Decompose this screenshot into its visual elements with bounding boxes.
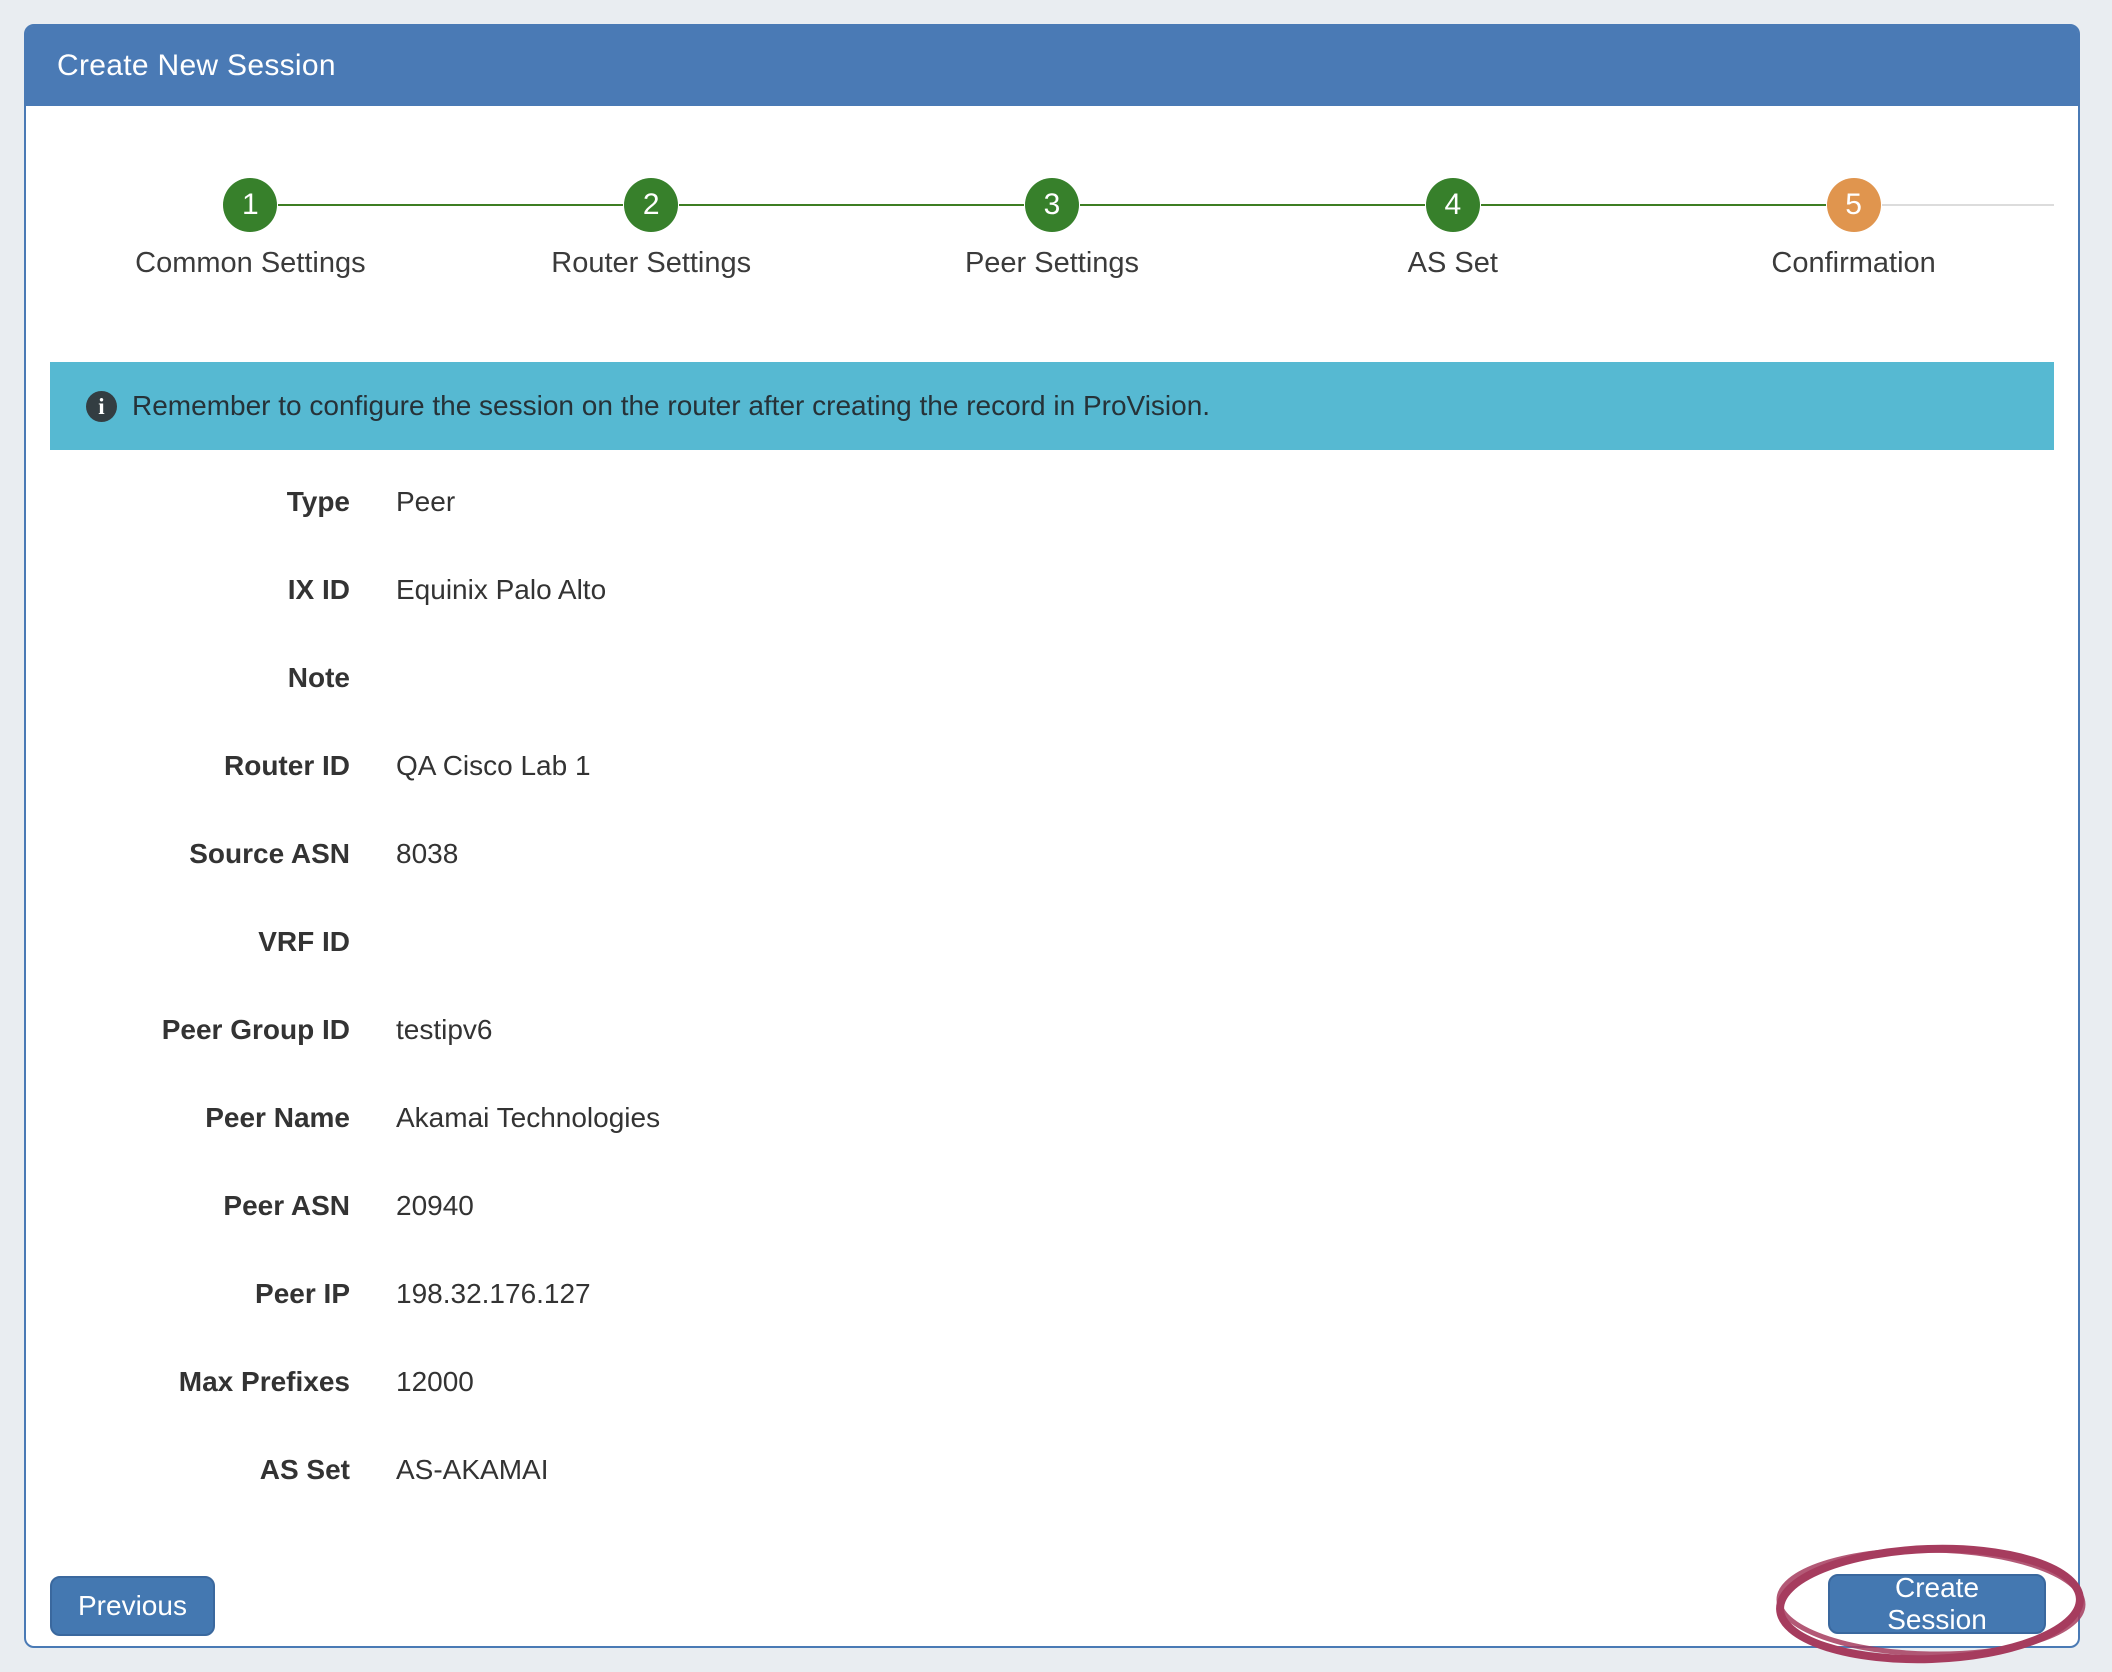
field-value: QA Cisco Lab 1: [396, 750, 591, 782]
field-value: Peer: [396, 486, 455, 518]
info-banner-text: Remember to configure the session on the…: [132, 390, 1210, 422]
wizard-footer: Previous Create Session: [50, 1572, 2046, 1636]
step-label-2: Router Settings: [451, 247, 852, 280]
field-row-peer-ip: Peer IP 198.32.176.127: [50, 1250, 2054, 1338]
info-banner: i Remember to configure the session on t…: [50, 362, 2054, 450]
field-row-as-set: AS Set AS-AKAMAI: [50, 1426, 2054, 1514]
step-circle-2: 2: [624, 178, 678, 232]
field-value: 12000: [396, 1366, 474, 1398]
field-value: AS-AKAMAI: [396, 1454, 548, 1486]
field-label: IX ID: [50, 574, 350, 606]
field-label: Router ID: [50, 750, 350, 782]
create-session-button[interactable]: Create Session: [1828, 1574, 2046, 1634]
field-label: Note: [50, 662, 350, 694]
field-row-peer-name: Peer Name Akamai Technologies: [50, 1074, 2054, 1162]
field-label: Source ASN: [50, 838, 350, 870]
step-as-set[interactable]: 4 AS Set: [1252, 178, 1653, 280]
field-row-ix-id: IX ID Equinix Palo Alto: [50, 546, 2054, 634]
panel-header: Create New Session: [26, 26, 2078, 106]
field-label: Peer Group ID: [50, 1014, 350, 1046]
field-label: Max Prefixes: [50, 1366, 350, 1398]
field-row-source-asn: Source ASN 8038: [50, 810, 2054, 898]
step-label-1: Common Settings: [50, 247, 451, 280]
field-value: 20940: [396, 1190, 474, 1222]
step-circle-5: 5: [1827, 178, 1881, 232]
field-value: Equinix Palo Alto: [396, 574, 606, 606]
field-row-note: Note: [50, 634, 2054, 722]
step-circle-3: 3: [1025, 178, 1079, 232]
step-peer-settings[interactable]: 3 Peer Settings: [852, 178, 1253, 280]
step-common-settings[interactable]: 1 Common Settings: [50, 178, 451, 280]
field-value: testipv6: [396, 1014, 493, 1046]
field-label: AS Set: [50, 1454, 350, 1486]
step-label-4: AS Set: [1252, 247, 1653, 280]
field-row-max-prefixes: Max Prefixes 12000: [50, 1338, 2054, 1426]
step-router-settings[interactable]: 2 Router Settings: [451, 178, 852, 280]
previous-button[interactable]: Previous: [50, 1576, 215, 1636]
stepper-steps: 1 Common Settings 2 Router Settings 3 Pe…: [50, 178, 2054, 280]
wizard-stepper: 1 Common Settings 2 Router Settings 3 Pe…: [50, 106, 2054, 280]
field-label: Peer IP: [50, 1278, 350, 1310]
field-label: Type: [50, 486, 350, 518]
field-row-vrf-id: VRF ID: [50, 898, 2054, 986]
step-label-5: Confirmation: [1653, 247, 2054, 280]
step-circle-4: 4: [1426, 178, 1480, 232]
field-label: VRF ID: [50, 926, 350, 958]
field-label: Peer ASN: [50, 1190, 350, 1222]
field-value: 198.32.176.127: [396, 1278, 591, 1310]
field-value: 8038: [396, 838, 458, 870]
panel-body: 1 Common Settings 2 Router Settings 3 Pe…: [26, 106, 2078, 1646]
page-title: Create New Session: [57, 49, 336, 83]
field-value: Akamai Technologies: [396, 1102, 660, 1134]
step-circle-1: 1: [223, 178, 277, 232]
field-label: Peer Name: [50, 1102, 350, 1134]
step-label-3: Peer Settings: [852, 247, 1253, 280]
create-session-panel: Create New Session 1 Common Settings 2 R…: [24, 24, 2080, 1648]
page: { "window": { "title": "Create New Sessi…: [0, 0, 2112, 1672]
field-row-type: Type Peer: [50, 458, 2054, 546]
field-row-peer-asn: Peer ASN 20940: [50, 1162, 2054, 1250]
info-circle-icon: i: [86, 391, 117, 422]
field-row-peer-group-id: Peer Group ID testipv6: [50, 986, 2054, 1074]
step-confirmation[interactable]: 5 Confirmation: [1653, 178, 2054, 280]
field-row-router-id: Router ID QA Cisco Lab 1: [50, 722, 2054, 810]
confirmation-summary: Type Peer IX ID Equinix Palo Alto Note R…: [50, 458, 2054, 1514]
